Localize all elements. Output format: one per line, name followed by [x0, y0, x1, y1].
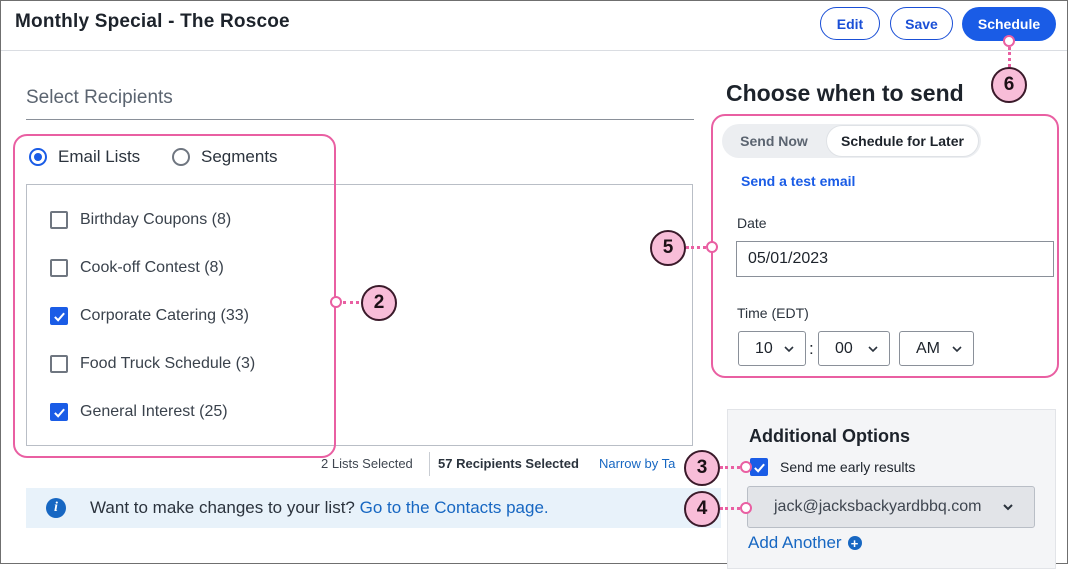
save-button[interactable]: Save: [890, 7, 953, 40]
add-another-link[interactable]: Add Another +: [748, 533, 862, 553]
stats-divider: [429, 452, 430, 476]
info-icon: i: [46, 498, 66, 518]
early-results-email-select[interactable]: jack@jacksbackyardbbq.com: [747, 486, 1035, 528]
callout-connector-knob: [706, 241, 718, 253]
callout-badge-5: 5: [650, 230, 686, 266]
callout-connector: [720, 507, 740, 510]
callout-connector: [1008, 47, 1011, 67]
callout-connector-knob: [330, 296, 342, 308]
callout-badge-6: 6: [991, 67, 1027, 103]
page-title: Monthly Special - The Roscoe: [15, 11, 290, 32]
checkmark-icon: [753, 463, 765, 473]
early-results-option[interactable]: Send me early results: [750, 458, 915, 476]
chevron-down-icon: [1003, 504, 1013, 511]
info-text: Want to make changes to your list? Go to…: [90, 498, 549, 518]
callout-badge-2: 2: [361, 285, 397, 321]
lists-selected-count: 2 Lists Selected: [321, 456, 413, 471]
plus-circle-icon: +: [847, 536, 862, 550]
narrow-by-tag-link[interactable]: Narrow by Ta: [599, 456, 694, 471]
contacts-page-link[interactable]: Go to the Contacts page.: [360, 498, 549, 517]
callout-connector: [720, 466, 740, 469]
checkbox-checked-icon[interactable]: [750, 458, 768, 476]
callout-connector: [343, 301, 359, 304]
callout-badge-4: 4: [684, 491, 720, 527]
callout-badge-3: 3: [684, 450, 720, 486]
info-bar: i Want to make changes to your list? Go …: [26, 488, 721, 528]
callout-connector-knob: [740, 461, 752, 473]
select-recipients-heading: Select Recipients: [26, 87, 173, 108]
callout-connector: [686, 246, 706, 249]
section-divider: [26, 119, 694, 120]
callout-box-schedule: [711, 114, 1059, 378]
callout-connector-knob: [1003, 35, 1015, 47]
callout-connector-knob: [740, 502, 752, 514]
recipients-selected-count: 57 Recipients Selected: [438, 456, 579, 471]
early-results-label: Send me early results: [780, 459, 916, 475]
callout-box-recipients: [13, 134, 336, 458]
choose-when-heading: Choose when to send: [726, 80, 964, 106]
email-value: jack@jacksbackyardbbq.com: [774, 498, 982, 515]
add-another-label: Add Another: [748, 533, 842, 552]
edit-button[interactable]: Edit: [820, 7, 880, 40]
info-message: Want to make changes to your list?: [90, 498, 355, 517]
additional-options-heading: Additional Options: [749, 426, 910, 446]
